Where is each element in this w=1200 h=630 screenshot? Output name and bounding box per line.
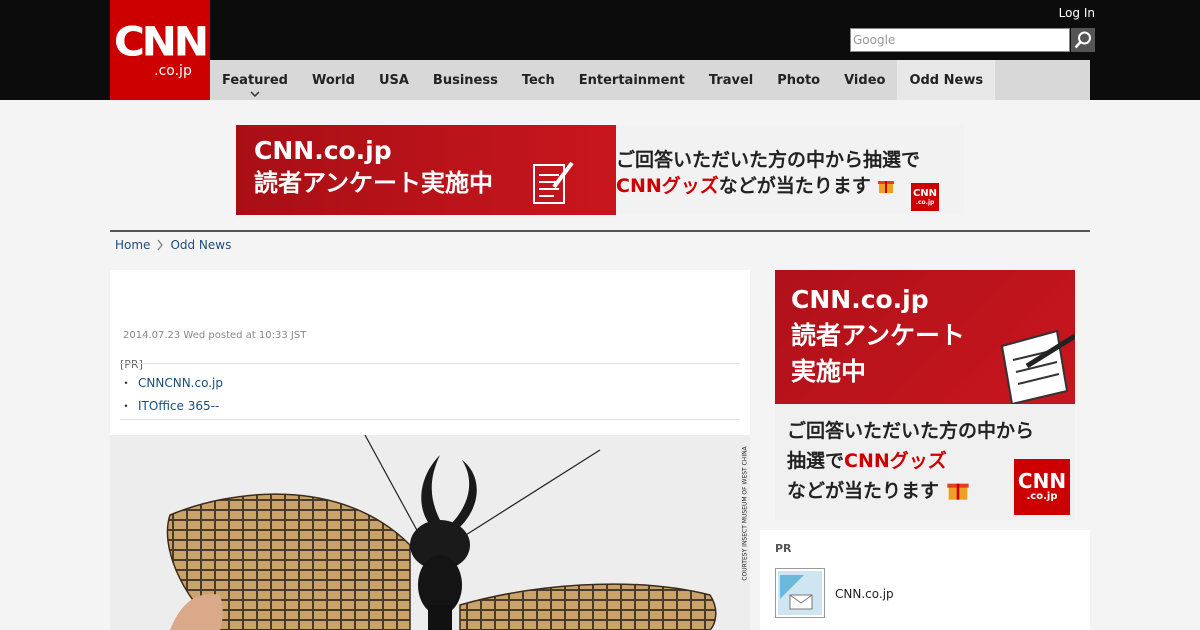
gift-icon: [946, 483, 969, 500]
pr-box: PR CNN.co.jp: [760, 530, 1090, 630]
search-icon: [1074, 31, 1091, 49]
survey-banner-ad[interactable]: CNN.co.jp 読者アンケート実施中 ご回答いただいた方の中から抽選で CN…: [236, 125, 964, 215]
banner-goods-text: CNNグッズ: [616, 175, 719, 197]
article-dateline: 2014.07.23 Wed posted at 10:33 JST: [123, 330, 307, 341]
site-header: CNN .co.jp Log In Google Featured World …: [0, 0, 1200, 100]
pr-link-2[interactable]: ・ ITOffice 365--: [120, 397, 219, 414]
pr-label: [PR]: [120, 358, 143, 371]
banner-right-panel: ご回答いただいた方の中から抽選で CNNグッズなどが当たります CNN .co.…: [616, 125, 964, 215]
pr-link-1[interactable]: ・ CNNCNN.co.jp: [120, 374, 223, 391]
search-button[interactable]: [1071, 28, 1095, 52]
sidebar-cnn-logo: CNN .co.jp: [1014, 459, 1070, 515]
breadcrumb-home[interactable]: Home: [115, 238, 150, 252]
logo-text: CNN: [113, 18, 209, 65]
nav-label: Business: [432, 72, 498, 88]
sidebar-survey-ad[interactable]: CNN.co.jp 読者アンケート 実施中 ご回答いただいた方の中から 抽選でC…: [775, 270, 1075, 520]
nav-usa[interactable]: USA: [367, 60, 421, 100]
pr-divider-bottom: [120, 419, 740, 420]
nav-featured[interactable]: Featured: [210, 60, 300, 100]
sidebar-ad-top: CNN.co.jp 読者アンケート 実施中: [775, 270, 1075, 404]
logo-subtext: .co.jp: [154, 63, 192, 79]
nav-label: Video: [844, 72, 886, 88]
nav-tech[interactable]: Tech: [510, 60, 567, 100]
nav-world[interactable]: World: [300, 60, 367, 100]
gift-icon: [878, 181, 895, 193]
nav-photo[interactable]: Photo: [765, 60, 832, 100]
cnn-logo[interactable]: CNN .co.jp: [110, 0, 210, 100]
content-divider: [110, 230, 1090, 232]
nav-label: World: [311, 72, 355, 88]
main-nav: Featured World USA Business Tech Enterta…: [210, 60, 1090, 100]
nav-video[interactable]: Video: [832, 60, 897, 100]
banner-right-text-1: ご回答いただいた方の中から抽選で: [616, 149, 921, 171]
pr-box-label: PR: [775, 542, 792, 555]
nav-label: Photo: [777, 72, 821, 88]
breadcrumb-odd-news[interactable]: Odd News: [170, 238, 231, 252]
nav-entertainment[interactable]: Entertainment: [567, 60, 697, 100]
chevron-right-icon: [157, 239, 164, 251]
sidebar-goods-text: CNNグッズ: [844, 450, 947, 472]
photo-credit: COURTESY INSECT MUSEUM OF WEST CHINA: [741, 446, 749, 581]
nav-label: Featured: [222, 72, 288, 88]
sidebar-ad-title: CNN.co.jp: [791, 285, 929, 314]
sidebar-ad-text-1: ご回答いただいた方の中から: [787, 420, 1035, 442]
nav-label: Travel: [708, 72, 754, 88]
sidebar-ad-bottom: ご回答いただいた方の中から 抽選でCNNグッズ などが当たります CNN .co…: [775, 404, 1075, 520]
pr-item-thumbnail[interactable]: [775, 568, 825, 618]
nav-business[interactable]: Business: [421, 60, 510, 100]
article-photo-insect: [110, 435, 750, 630]
insect-photo-illustration: [110, 435, 750, 630]
chevron-down-icon: [250, 91, 260, 97]
mail-envelope-icon: [778, 571, 822, 615]
nav-label: USA: [378, 72, 409, 88]
nav-label: Odd News: [909, 72, 984, 88]
article-card: 2014.07.23 Wed posted at 10:33 JST [PR] …: [110, 270, 750, 630]
banner-left-panel: CNN.co.jp 読者アンケート実施中: [236, 125, 616, 215]
breadcrumb: Home Odd News: [115, 238, 231, 252]
document-pen-icon: [533, 161, 574, 204]
search-input[interactable]: Google: [850, 28, 1070, 52]
document-pen-icon: [1000, 329, 1075, 404]
nav-label: Entertainment: [578, 72, 685, 88]
pr-divider-top: [120, 363, 740, 364]
nav-label: Tech: [521, 72, 555, 88]
banner-cnn-logo: CNN .co.jp: [911, 183, 939, 211]
pr-item-link[interactable]: CNN.co.jp: [835, 587, 894, 601]
login-link[interactable]: Log In: [1059, 6, 1095, 20]
banner-right-text-rest: などが当たります: [718, 175, 871, 197]
nav-travel[interactable]: Travel: [697, 60, 765, 100]
nav-odd-news[interactable]: Odd News: [897, 60, 996, 100]
